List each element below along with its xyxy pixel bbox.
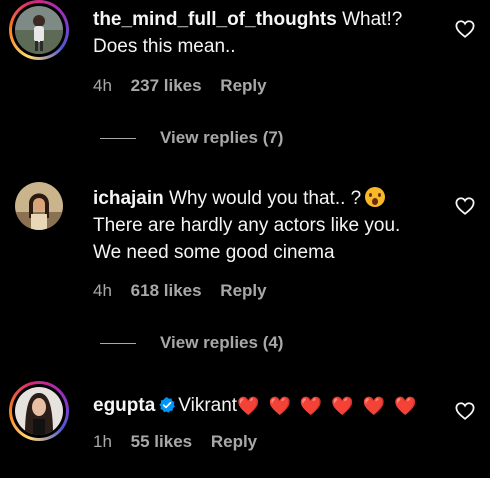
- astonished-face-emoji: [365, 187, 386, 207]
- divider-line: [100, 138, 136, 140]
- likes-count[interactable]: 618 likes: [131, 281, 202, 300]
- comment-body: egupta Vikrant❤️ ❤️ ❤️ ❤️ ❤️ ❤️: [93, 392, 453, 420]
- comment-username[interactable]: ichajain: [93, 188, 164, 209]
- hearts-emoji: ❤️ ❤️ ❤️ ❤️ ❤️ ❤️: [237, 396, 419, 416]
- comment-text: Why would you that.. ?: [169, 188, 362, 209]
- heart-outline-icon[interactable]: [455, 20, 475, 38]
- comment-body: ichajain Why would you that.. ? There ar…: [93, 185, 443, 266]
- comment-meta: 4h 237 likes Reply: [93, 76, 281, 96]
- reply-button[interactable]: Reply: [220, 76, 266, 95]
- avatar[interactable]: [9, 381, 69, 441]
- comment-text: We need some good cinema: [93, 242, 335, 263]
- avatar-photo: [15, 182, 63, 230]
- comment-text: Does this mean..: [93, 36, 236, 57]
- heart-outline-icon[interactable]: [455, 402, 475, 420]
- verified-badge-icon: [159, 397, 176, 413]
- avatar[interactable]: [9, 176, 69, 236]
- comment-text: Vikrant: [178, 395, 238, 416]
- comment-meta: 4h 618 likes Reply: [93, 281, 281, 301]
- likes-count[interactable]: 237 likes: [131, 76, 202, 95]
- divider-line: [100, 343, 136, 345]
- comment-username[interactable]: egupta: [93, 395, 155, 416]
- comment-username[interactable]: the_mind_full_of_thoughts: [93, 9, 337, 30]
- likes-count[interactable]: 55 likes: [131, 432, 192, 451]
- comment-time: 1h: [93, 432, 112, 451]
- view-replies-label: View replies (4): [160, 333, 284, 352]
- avatar-photo: [15, 387, 63, 435]
- reply-button[interactable]: Reply: [220, 281, 266, 300]
- view-replies-label: View replies (7): [160, 128, 284, 147]
- comment-meta: 1h 55 likes Reply: [93, 432, 271, 452]
- heart-outline-icon[interactable]: [455, 197, 475, 215]
- comment-text: What!?: [342, 9, 403, 30]
- reply-button[interactable]: Reply: [211, 432, 257, 451]
- avatar[interactable]: [9, 0, 69, 60]
- view-replies-button[interactable]: View replies (7): [100, 128, 283, 148]
- comment-time: 4h: [93, 281, 112, 300]
- comment-time: 4h: [93, 76, 112, 95]
- comment-text: There are hardly any actors like you.: [93, 215, 401, 236]
- comment-body: the_mind_full_of_thoughts What!? Does th…: [93, 6, 443, 60]
- view-replies-button[interactable]: View replies (4): [100, 333, 283, 353]
- avatar-photo: [15, 6, 63, 54]
